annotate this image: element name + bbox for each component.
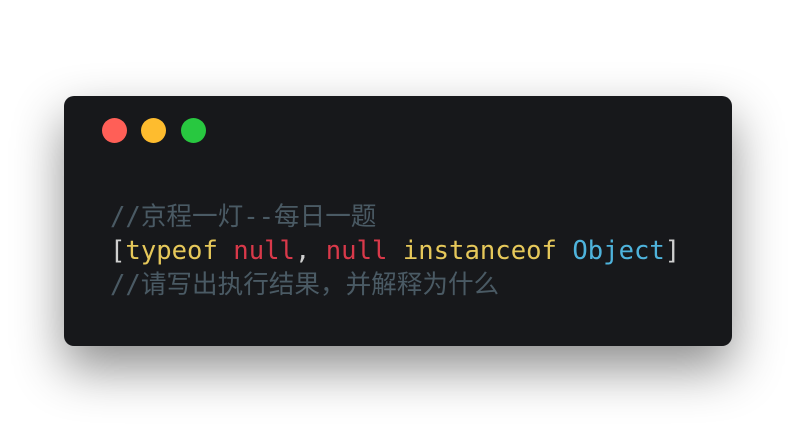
literal-null: null <box>233 236 295 266</box>
comment-line-question: //请写出执行结果，并解释为什么 <box>110 270 500 300</box>
bracket-close: ] <box>664 236 681 266</box>
close-button[interactable] <box>102 118 127 143</box>
identifier-object: Object <box>572 236 665 266</box>
comment-line-title: //京程一灯--每日一题 <box>110 202 377 232</box>
keyword-typeof: typeof <box>125 236 218 266</box>
bracket-open: [ <box>110 236 126 266</box>
keyword-instanceof: instanceof <box>402 236 557 266</box>
maximize-button[interactable] <box>181 118 206 143</box>
code-window: //京程一灯--每日一题 [typeof null, null instanceo… <box>64 96 732 346</box>
code-block: //京程一灯--每日一题 [typeof null, null instanceo… <box>110 200 680 302</box>
comma: , <box>294 236 326 266</box>
literal-null-2: null <box>325 236 388 266</box>
code-line: [typeof null, null instanceof Object] <box>110 234 680 268</box>
minimize-button[interactable] <box>141 118 166 143</box>
